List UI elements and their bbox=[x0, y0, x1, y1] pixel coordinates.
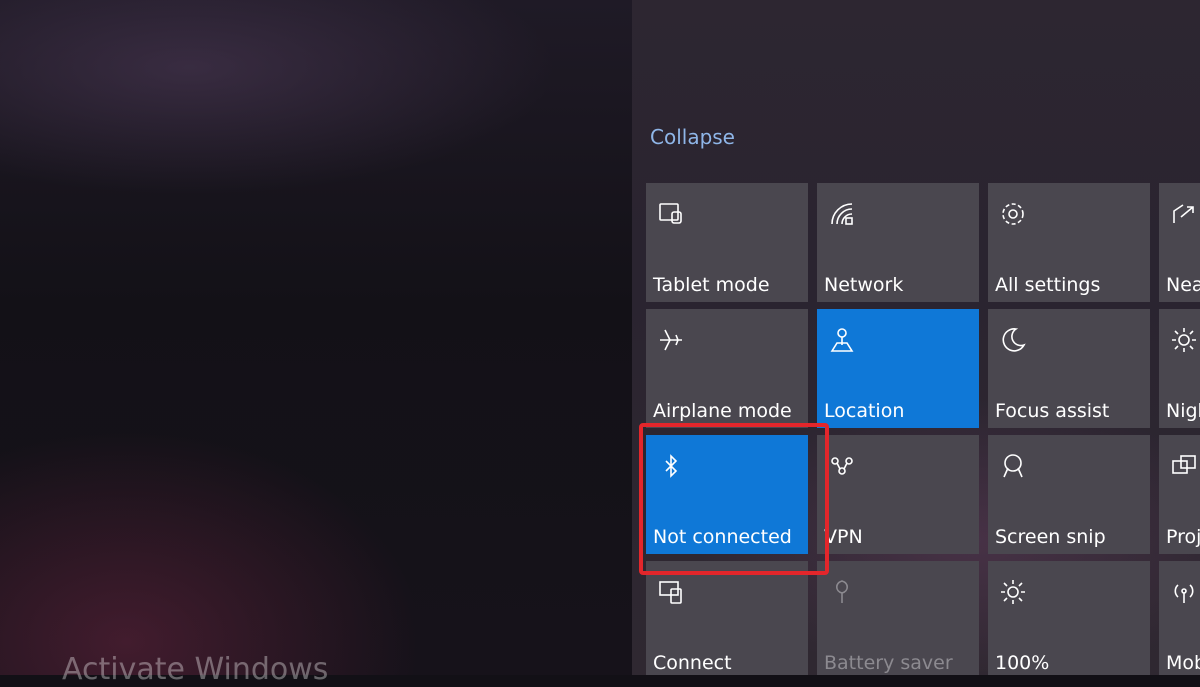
connect-icon bbox=[654, 575, 688, 609]
mobile-hotspot-icon bbox=[1167, 575, 1200, 609]
tile-location[interactable]: Location bbox=[817, 309, 979, 428]
screen-snip-icon bbox=[996, 449, 1030, 483]
tile-brightness[interactable]: 100% bbox=[988, 561, 1150, 675]
tile-vpn[interactable]: VPN bbox=[817, 435, 979, 554]
tile-label: Location bbox=[824, 400, 905, 422]
activate-windows-watermark: Activate Windows bbox=[62, 652, 329, 687]
project-icon bbox=[1167, 449, 1200, 483]
brightness-icon bbox=[996, 575, 1030, 609]
desktop-background: Activate Windows bbox=[0, 0, 632, 687]
battery-saver-icon bbox=[825, 575, 859, 609]
tile-all-settings[interactable]: All settings bbox=[988, 183, 1150, 302]
network-icon bbox=[825, 197, 859, 231]
tile-label: Proj bbox=[1166, 526, 1200, 548]
tile-nearby-sharing[interactable]: Nea bbox=[1159, 183, 1200, 302]
collapse-link[interactable]: Collapse bbox=[650, 125, 735, 149]
gear-icon bbox=[996, 197, 1030, 231]
moon-icon bbox=[996, 323, 1030, 357]
tile-connect[interactable]: Connect bbox=[646, 561, 808, 675]
tile-label: Network bbox=[824, 274, 904, 296]
tile-mobile-hotspot[interactable]: Mob bbox=[1159, 561, 1200, 675]
tile-label: Connect bbox=[653, 652, 732, 674]
tile-project[interactable]: Proj bbox=[1159, 435, 1200, 554]
tile-label: Tablet mode bbox=[653, 274, 770, 296]
tablet-mode-icon bbox=[654, 197, 688, 231]
night-light-icon bbox=[1167, 323, 1200, 357]
tile-label: All settings bbox=[995, 274, 1101, 296]
tile-label: Mob bbox=[1166, 652, 1200, 674]
tile-label: Battery saver bbox=[824, 652, 953, 674]
tile-label: Nigh bbox=[1166, 400, 1200, 422]
tile-label: Nea bbox=[1166, 274, 1200, 296]
tile-label: 100% bbox=[995, 652, 1050, 674]
airplane-icon bbox=[654, 323, 688, 357]
tile-tablet-mode[interactable]: Tablet mode bbox=[646, 183, 808, 302]
tile-screen-snip[interactable]: Screen snip bbox=[988, 435, 1150, 554]
bluetooth-icon bbox=[654, 449, 688, 483]
location-icon bbox=[825, 323, 859, 357]
tile-label: Airplane mode bbox=[653, 400, 792, 422]
tile-bluetooth[interactable]: Not connected bbox=[646, 435, 808, 554]
nearby-share-icon bbox=[1167, 197, 1200, 231]
vpn-icon bbox=[825, 449, 859, 483]
tile-airplane-mode[interactable]: Airplane mode bbox=[646, 309, 808, 428]
tile-night-light[interactable]: Nigh bbox=[1159, 309, 1200, 428]
tile-battery-saver[interactable]: Battery saver bbox=[817, 561, 979, 675]
quick-actions-grid: Tablet mode Network All settings Nea Air… bbox=[646, 183, 1200, 675]
tile-label: Focus assist bbox=[995, 400, 1110, 422]
tile-network[interactable]: Network bbox=[817, 183, 979, 302]
action-center-panel: Collapse Tablet mode Network All setting… bbox=[632, 0, 1200, 675]
tile-label: VPN bbox=[824, 526, 863, 548]
tile-label: Not connected bbox=[653, 526, 792, 548]
tile-focus-assist[interactable]: Focus assist bbox=[988, 309, 1150, 428]
tile-label: Screen snip bbox=[995, 526, 1106, 548]
